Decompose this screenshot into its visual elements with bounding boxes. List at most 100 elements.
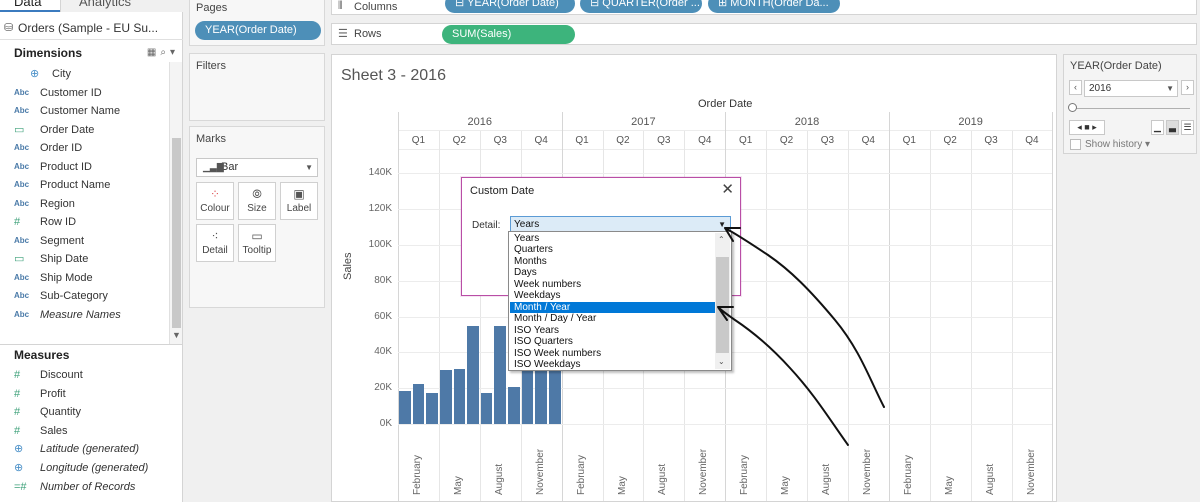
- page-select[interactable]: 2016 ▼: [1084, 80, 1178, 97]
- rows-shelf[interactable]: ☰ Rows SUM(Sales): [331, 23, 1197, 45]
- dimension-field[interactable]: ⊕ City: [0, 65, 168, 83]
- quarter-header[interactable]: Q4: [684, 135, 725, 146]
- quarter-header[interactable]: Q3: [643, 135, 684, 146]
- next-page-icon[interactable]: ›: [1181, 80, 1194, 95]
- dropdown-scroll-thumb[interactable]: [716, 257, 729, 353]
- quarter-header[interactable]: Q1: [889, 135, 930, 146]
- dropdown-option[interactable]: Months: [510, 256, 715, 267]
- measure-field[interactable]: # Discount: [0, 366, 168, 384]
- bar-mark[interactable]: [439, 370, 452, 424]
- close-icon[interactable]: ✕: [721, 180, 734, 198]
- dropdown-option[interactable]: Weekdays: [510, 290, 715, 301]
- quarter-header[interactable]: Q1: [725, 135, 766, 146]
- scroll-down-icon[interactable]: ⌄: [718, 357, 725, 366]
- measure-field[interactable]: ⊕ Latitude (generated): [0, 440, 168, 458]
- measure-field[interactable]: ⊕ Longitude (generated): [0, 459, 168, 477]
- bar-mark[interactable]: [412, 383, 425, 424]
- quarter-header[interactable]: Q2: [930, 135, 971, 146]
- dimension-field[interactable]: Abc Sub-Category: [0, 287, 168, 305]
- quarter-header[interactable]: Q4: [1012, 135, 1053, 146]
- quarter-header[interactable]: Q2: [766, 135, 807, 146]
- dropdown-option[interactable]: Days: [510, 267, 715, 278]
- show-history-toggle[interactable]: Show history ▾: [1070, 139, 1150, 150]
- speed-slow-icon[interactable]: ▁: [1151, 120, 1164, 135]
- dropdown-option[interactable]: ISO Weekdays: [510, 359, 715, 370]
- dimension-field[interactable]: # Row ID: [0, 213, 168, 231]
- dimension-field[interactable]: Abc Region: [0, 195, 168, 213]
- year-header[interactable]: 2017: [562, 116, 726, 128]
- dropdown-option[interactable]: Week numbers: [510, 279, 715, 290]
- quarter-header[interactable]: Q1: [562, 135, 603, 146]
- quarter-header[interactable]: Q2: [603, 135, 644, 146]
- dimension-field[interactable]: Abc Customer ID: [0, 84, 168, 102]
- dropdown-scrollbar[interactable]: ⌃ ⌄: [715, 233, 730, 369]
- speed-fast-icon[interactable]: ☰: [1181, 120, 1194, 135]
- bar-mark[interactable]: [494, 325, 507, 424]
- search-icon[interactable]: ⌕: [160, 47, 170, 58]
- measure-field[interactable]: =# Number of Records: [0, 478, 168, 496]
- year-header[interactable]: 2018: [725, 116, 889, 128]
- step-back-icon[interactable]: ◂: [1077, 122, 1082, 132]
- dropdown-option[interactable]: ISO Years: [510, 325, 715, 336]
- bar-mark[interactable]: [508, 387, 520, 424]
- measure-field[interactable]: # Quantity: [0, 403, 168, 421]
- dimension-field[interactable]: Abc Product Name: [0, 176, 168, 194]
- datasource-item[interactable]: ⛁ Orders (Sample - EU Su...: [0, 16, 183, 40]
- dimension-field[interactable]: Abc Ship Mode: [0, 269, 168, 287]
- bar-mark[interactable]: [467, 326, 479, 424]
- speed-medium-icon[interactable]: ▃: [1166, 120, 1179, 135]
- dropdown-option[interactable]: ISO Quarters: [510, 336, 715, 347]
- bar-mark[interactable]: [399, 390, 411, 424]
- dimension-field[interactable]: Abc Segment: [0, 232, 168, 250]
- columns-shelf[interactable]: ⫴ Columns ⊟ YEAR(Order Date) ⊟ QUARTER(O…: [331, 0, 1197, 15]
- tab-analytics[interactable]: Analytics: [60, 0, 183, 12]
- year-header[interactable]: 2016: [398, 116, 562, 128]
- dimension-field[interactable]: ▭ Ship Date: [0, 250, 168, 268]
- size-button[interactable]: ⦾ Size: [238, 182, 276, 220]
- dimensions-scrollbar[interactable]: ▼: [169, 62, 182, 344]
- quarter-header[interactable]: Q4: [848, 135, 889, 146]
- quarter-header[interactable]: Q2: [439, 135, 480, 146]
- quarter-header[interactable]: Q3: [807, 135, 848, 146]
- scroll-up-icon[interactable]: ⌃: [718, 235, 725, 244]
- mark-type-dropdown[interactable]: ▁▃▇ Bar ▼: [196, 158, 318, 177]
- page-slider-knob[interactable]: [1068, 103, 1077, 112]
- dimension-field[interactable]: Abc Measure Names: [0, 306, 168, 324]
- stop-icon[interactable]: ■: [1084, 122, 1089, 132]
- dropdown-option[interactable]: ISO Week numbers: [510, 348, 715, 359]
- playback-controls[interactable]: ◂ ■ ▸: [1069, 120, 1105, 135]
- quarter-header[interactable]: Q4: [521, 135, 562, 146]
- label-button[interactable]: ▣ Label: [280, 182, 318, 220]
- dropdown-option[interactable]: Month / Year: [510, 301, 715, 314]
- dimensions-tools[interactable]: ▦⌕▾: [147, 42, 179, 64]
- dropdown-option[interactable]: Month / Day / Year: [510, 313, 715, 324]
- quarter-header[interactable]: Q3: [971, 135, 1012, 146]
- page-slider-track[interactable]: [1072, 108, 1190, 109]
- dimension-field[interactable]: Abc Customer Name: [0, 102, 168, 120]
- year-header[interactable]: 2019: [889, 116, 1053, 128]
- bar-mark[interactable]: [426, 392, 438, 424]
- dimension-field[interactable]: ▭ Order Date: [0, 121, 168, 139]
- row-pill-sales[interactable]: SUM(Sales): [442, 25, 575, 44]
- tab-data[interactable]: Data: [0, 0, 60, 12]
- measure-field[interactable]: # Profit: [0, 385, 168, 403]
- column-pill-quarter[interactable]: ⊟ QUARTER(Order ...: [580, 0, 702, 13]
- measure-field[interactable]: # Sales: [0, 422, 168, 440]
- grid-icon[interactable]: ▦: [147, 47, 160, 58]
- tooltip-button[interactable]: ▭ Tooltip: [238, 224, 276, 262]
- prev-page-icon[interactable]: ‹: [1069, 80, 1082, 95]
- scrollbar-thumb[interactable]: [172, 138, 181, 328]
- column-pill-year[interactable]: ⊟ YEAR(Order Date): [445, 0, 575, 13]
- pages-pill[interactable]: YEAR(Order Date): [195, 21, 321, 40]
- column-pill-month[interactable]: ⊞ MONTH(Order Da...: [708, 0, 840, 13]
- bar-mark[interactable]: [453, 369, 466, 424]
- dimension-field[interactable]: Abc Product ID: [0, 158, 168, 176]
- scroll-down-icon[interactable]: ▼: [172, 330, 181, 340]
- quarter-header[interactable]: Q3: [480, 135, 521, 146]
- detail-button[interactable]: ⁖ Detail: [196, 224, 234, 262]
- colour-button[interactable]: ⁘ Colour: [196, 182, 234, 220]
- bar-mark[interactable]: [480, 392, 493, 424]
- quarter-header[interactable]: Q1: [398, 135, 439, 146]
- dropdown-option[interactable]: Quarters: [510, 244, 715, 255]
- chevron-down-icon[interactable]: ▾: [170, 47, 179, 58]
